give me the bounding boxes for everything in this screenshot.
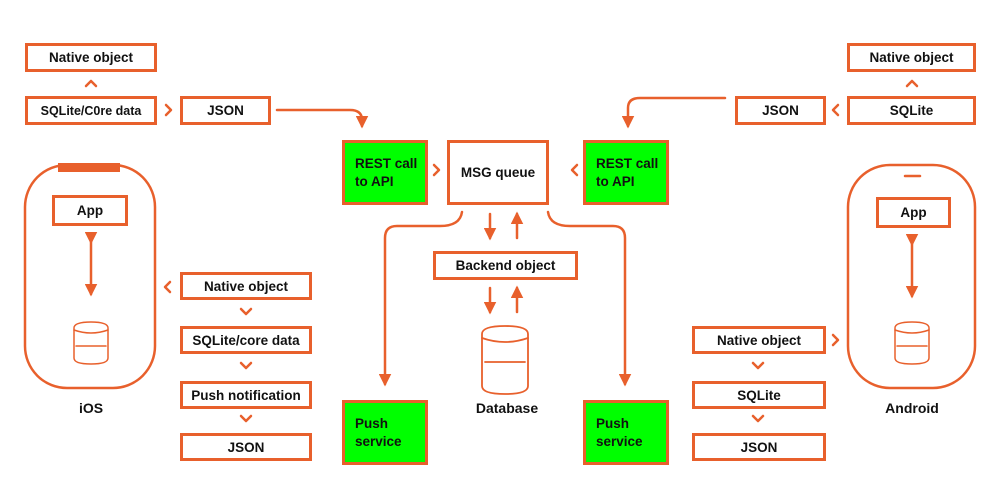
msg-to-push-left-arrow (378, 210, 464, 387)
architecture-diagram: Native object SQLite/C0re data JSON App … (0, 0, 1000, 500)
push-service-left: Push service (342, 400, 428, 465)
chevron-right-icon (164, 103, 173, 117)
android-database-icon (894, 321, 930, 365)
ios-stack-push-notification: Push notification (180, 381, 312, 409)
ios-stack-sqlite: SQLite/core data (180, 326, 312, 354)
connectors (23, 79, 977, 423)
android-stack-json: JSON (692, 433, 826, 461)
chevron-up-icon (905, 79, 919, 88)
chevron-down-icon (239, 414, 253, 423)
chevron-left-icon (570, 163, 579, 177)
chevron-down-icon (751, 414, 765, 423)
database-label: Database (475, 400, 539, 416)
push-service-right: Push service (583, 400, 669, 465)
ios-app-box: App (52, 195, 128, 226)
ios-sqlite-box: SQLite/C0re data (25, 96, 157, 125)
android-native-object-box: Native object (847, 43, 976, 72)
android-stack-sqlite: SQLite (692, 381, 826, 409)
android-stack-native-object: Native object (692, 326, 826, 354)
android-json-box: JSON (735, 96, 826, 125)
ios-notch (58, 163, 120, 172)
chevron-down-icon (751, 361, 765, 370)
android-sqlite-box: SQLite (847, 96, 976, 125)
database-icon (481, 325, 529, 395)
ios-json-box: JSON (180, 96, 271, 125)
msg-queue-box: MSG queue (447, 140, 549, 205)
android-label: Android (885, 400, 939, 416)
rest-call-right: REST call to API (583, 140, 669, 205)
chevron-up-icon (84, 79, 98, 88)
android-app-box: App (876, 197, 951, 228)
ios-database-icon (73, 321, 109, 365)
backend-object-box: Backend object (433, 251, 578, 280)
chevron-left-icon (831, 103, 840, 117)
ios-stack-json: JSON (180, 433, 312, 461)
json-to-rest-arrow-right (621, 96, 727, 129)
chevron-right-icon (831, 333, 840, 347)
ios-label: iOS (78, 400, 104, 416)
ios-stack-native-object: Native object (180, 272, 312, 300)
msg-to-push-right-arrow (546, 210, 632, 387)
chevron-right-icon (432, 163, 441, 177)
rest-call-left: REST call to API (342, 140, 428, 205)
chevron-down-icon (239, 361, 253, 370)
ios-native-object-box: Native object (25, 43, 157, 72)
json-to-rest-arrow (275, 108, 369, 129)
chevron-left-icon (163, 280, 172, 294)
chevron-down-icon (239, 307, 253, 316)
